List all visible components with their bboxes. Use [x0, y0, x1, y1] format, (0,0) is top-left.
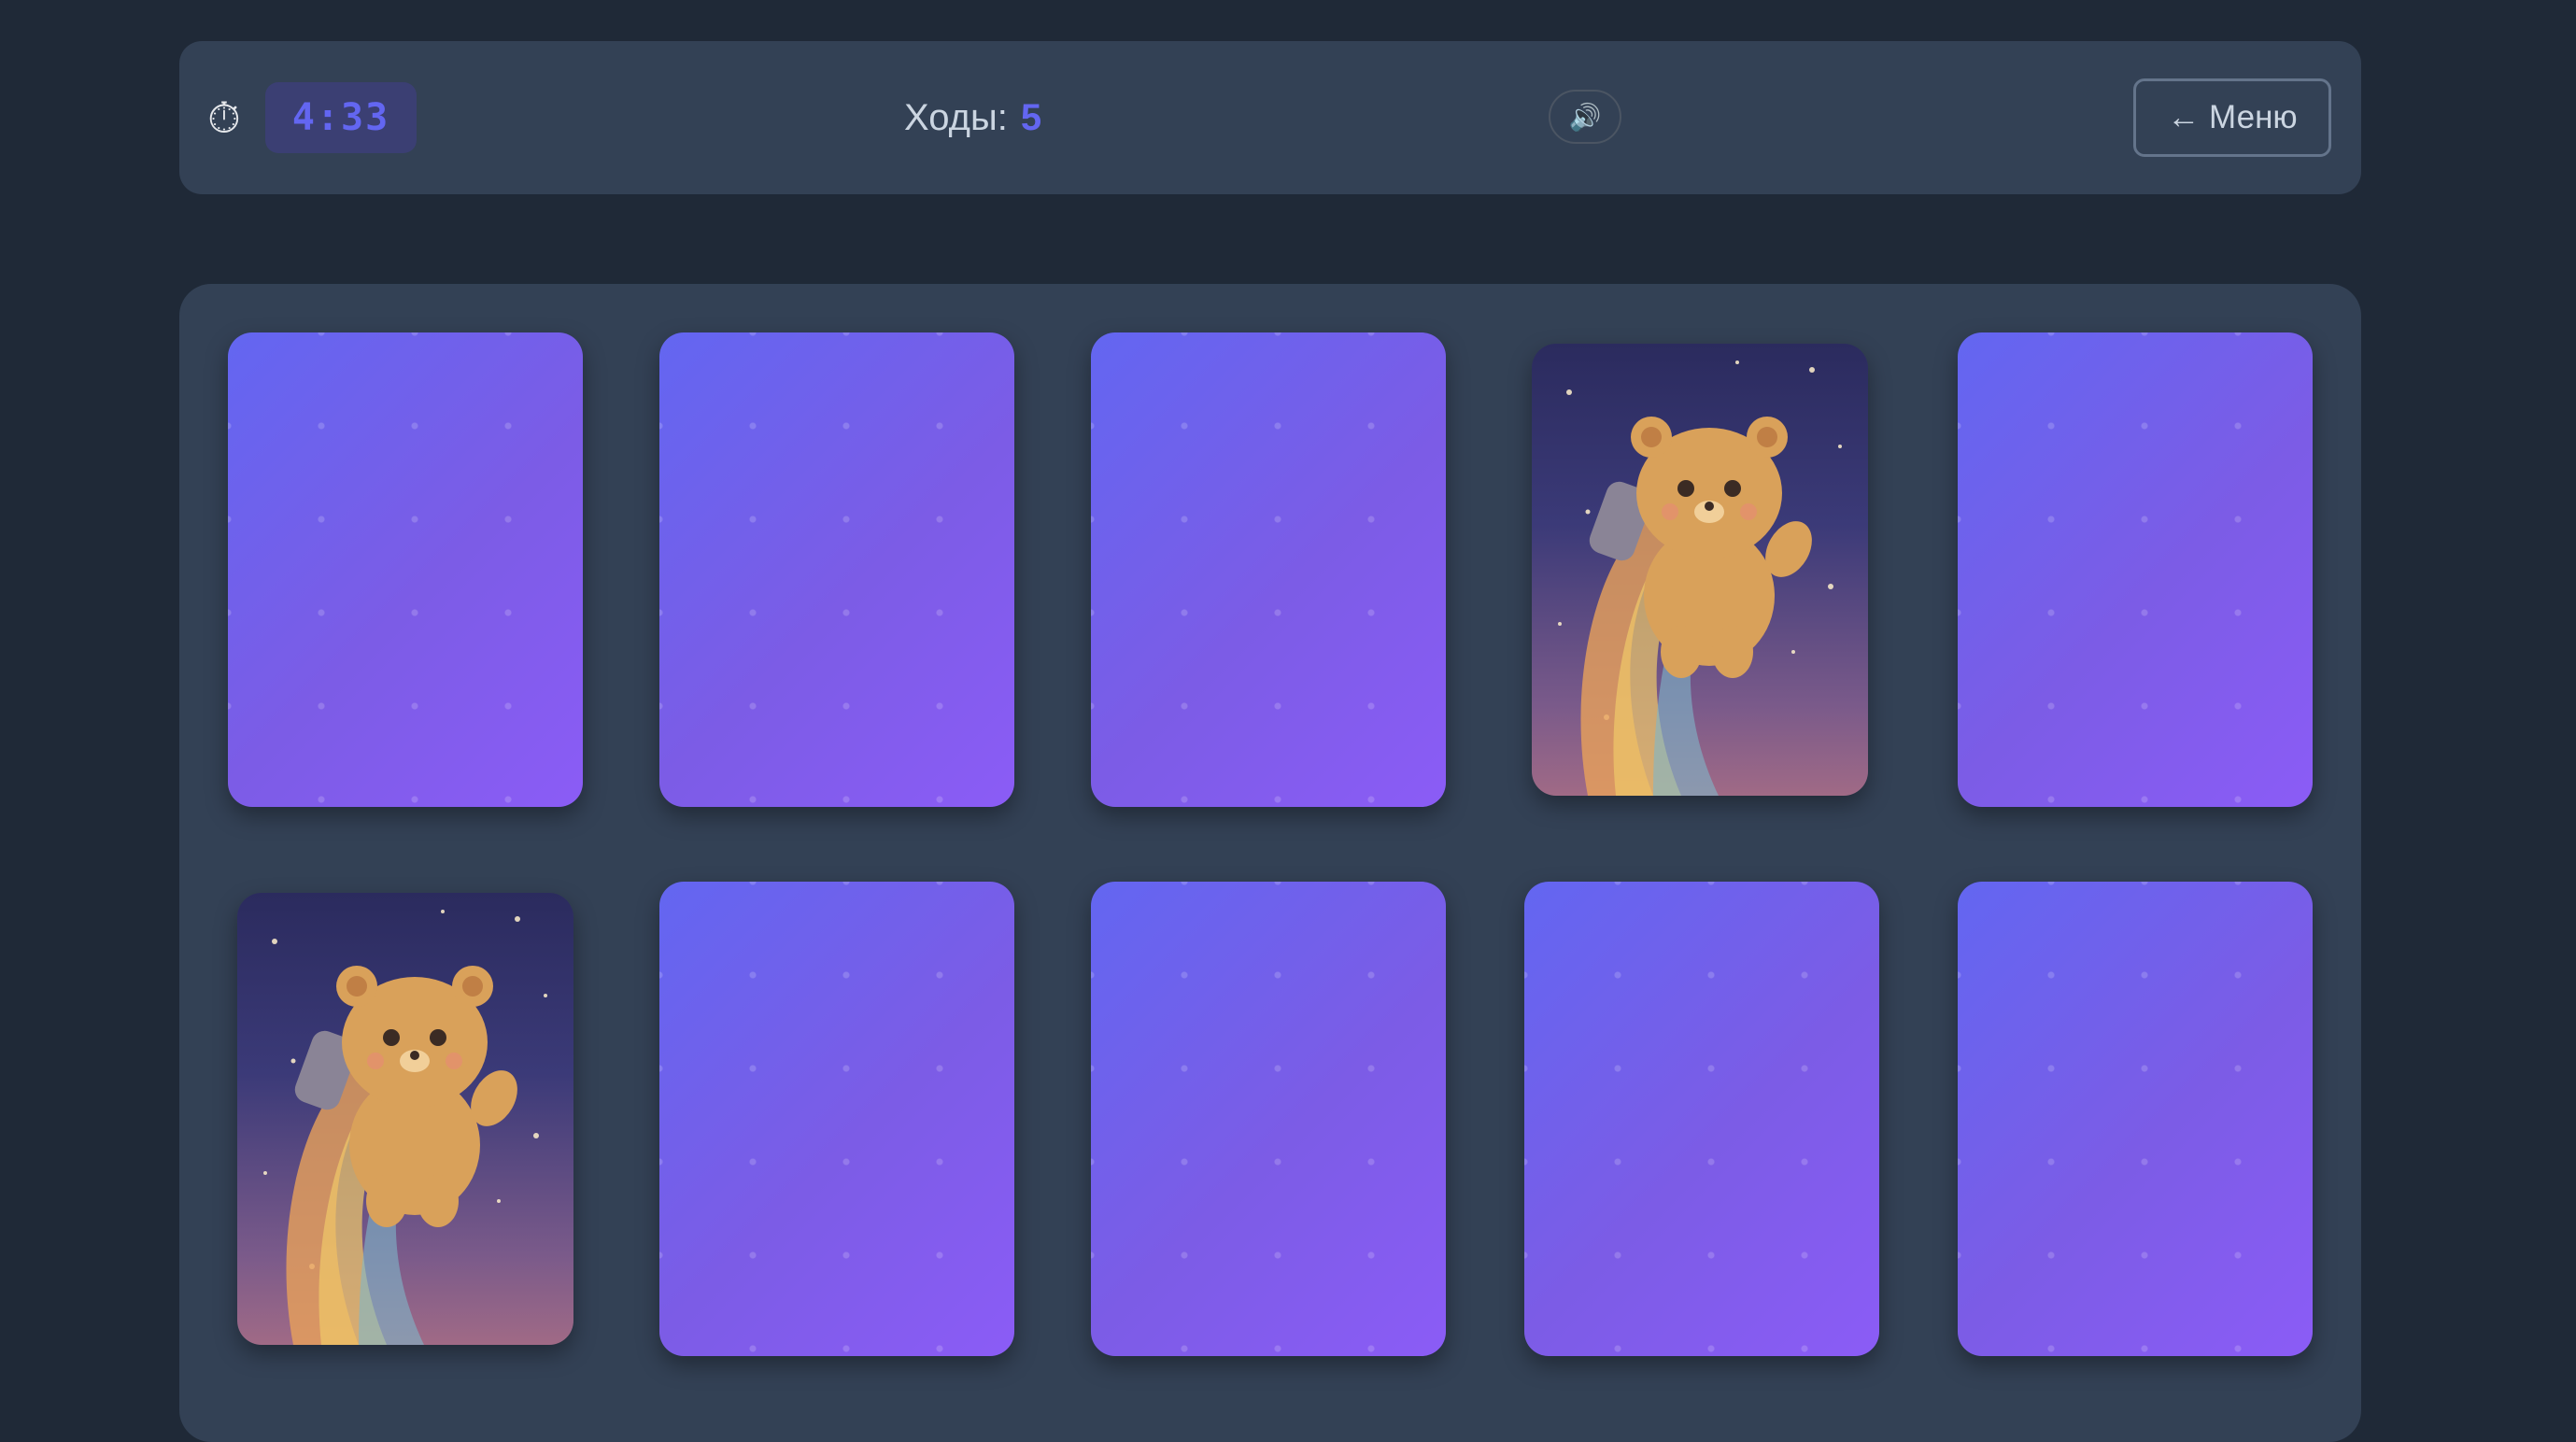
card-bear-astronaut[interactable]: [237, 893, 573, 1345]
card[interactable]: [1958, 332, 2313, 807]
menu-button[interactable]: ← Меню: [2133, 78, 2331, 157]
bear-astronaut-icon: [263, 910, 547, 1345]
bear-astronaut-icon: [1558, 360, 1842, 796]
card[interactable]: [659, 332, 1014, 807]
card[interactable]: [1958, 882, 2313, 1356]
card[interactable]: [1524, 882, 1879, 1356]
sound-toggle-button[interactable]: 🔊: [1549, 90, 1621, 144]
stopwatch-icon: ⏱: [207, 93, 241, 142]
speaker-icon: 🔊: [1568, 102, 1602, 132]
card[interactable]: [228, 332, 583, 807]
card[interactable]: [1091, 332, 1446, 807]
moves-value: 5: [1020, 96, 1042, 138]
timer-display: 4:33: [265, 82, 417, 153]
moves-label: Ходы:: [904, 96, 1008, 138]
game-header: ⏱ 4:33 Ходы: 5 🔊 ← Меню: [179, 41, 2361, 194]
card[interactable]: [659, 882, 1014, 1356]
moves-counter: Ходы: 5: [904, 41, 1041, 194]
card-bear-astronaut[interactable]: [1532, 344, 1868, 796]
card[interactable]: [1091, 882, 1446, 1356]
game-board: [179, 284, 2361, 1442]
